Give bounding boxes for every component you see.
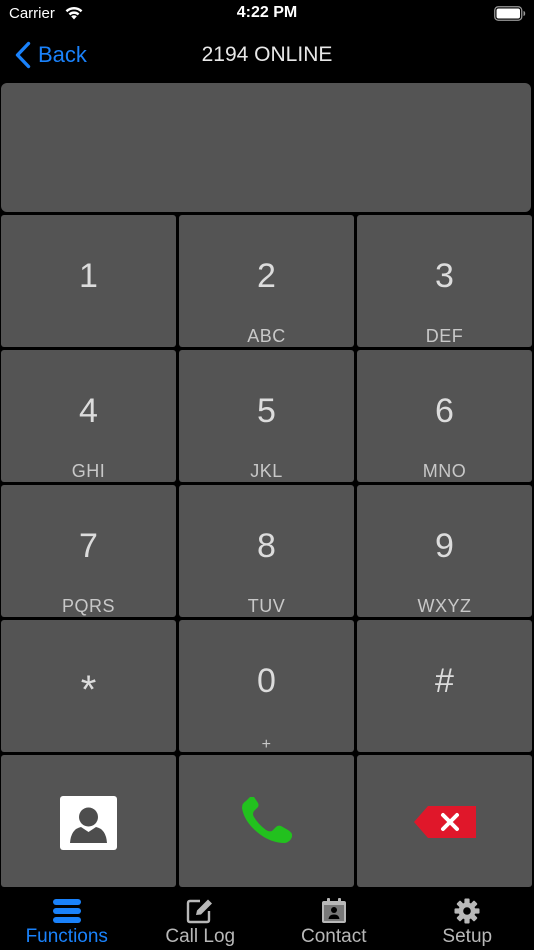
key-letters: TUV [247, 596, 286, 616]
key-letters: + [261, 736, 272, 753]
key-digit: 7 [79, 527, 98, 565]
key-letters: PQRS [61, 596, 115, 616]
key-star[interactable]: * [1, 620, 176, 752]
key-6[interactable]: 6 MNO [357, 350, 532, 482]
tab-contact[interactable]: Contact [267, 890, 401, 950]
edit-note-icon [187, 899, 213, 924]
key-letters: JKL [250, 461, 283, 481]
phone-handset-icon [241, 797, 292, 843]
key-1[interactable]: 1 [1, 215, 176, 347]
call-button[interactable] [179, 755, 354, 887]
key-2[interactable]: 2 ABC [179, 215, 354, 347]
key-9[interactable]: 9 WXYZ [357, 485, 532, 617]
delete-button[interactable] [357, 755, 532, 887]
tab-label: Functions [25, 926, 108, 947]
key-digit: 0 [257, 662, 276, 700]
status-time: 4:22 PM [236, 4, 298, 21]
key-letters: MNO [422, 461, 467, 481]
key-digit: 8 [257, 527, 276, 565]
page-title: 2194 ONLINE [201, 43, 333, 66]
tab-setup[interactable]: Setup [401, 890, 534, 950]
key-0[interactable]: 0 + [179, 620, 354, 753]
status-bar: Carrier 4:22 PM [0, 0, 534, 30]
dialed-number-display[interactable] [1, 83, 531, 212]
tab-bar: Functions Call Log Contact Setup [0, 890, 534, 950]
key-digit: 6 [435, 392, 454, 430]
key-digit: 5 [257, 392, 276, 430]
key-digit: 2 [257, 257, 276, 295]
battery-icon [494, 6, 526, 21]
menu-bars-icon [52, 899, 81, 923]
tab-label: Contact [301, 926, 367, 947]
tab-label: Setup [442, 926, 493, 947]
backspace-delete-icon [413, 806, 476, 838]
dial-keypad: 1 2 ABC 3 DEF 4 GHI 5 JKL 6 MNO 7 PQRS 8… [1, 215, 533, 887]
key-3[interactable]: 3 DEF [357, 215, 532, 347]
key-letters: ABC [247, 326, 286, 346]
key-digit: * [80, 668, 97, 712]
calendar-contact-icon [321, 898, 346, 923]
key-hash[interactable]: # [357, 620, 532, 752]
tab-functions[interactable]: Functions [0, 890, 134, 950]
key-letters: DEF [425, 326, 464, 346]
key-4[interactable]: 4 GHI [1, 350, 176, 482]
contacts-button[interactable] [1, 755, 176, 887]
key-letters: WXYZ [417, 596, 472, 616]
tab-call-log[interactable]: Call Log [134, 890, 268, 950]
key-digit: 4 [79, 392, 98, 430]
key-7[interactable]: 7 PQRS [1, 485, 176, 617]
key-letters: GHI [71, 461, 106, 481]
key-digit: # [435, 662, 454, 700]
tab-label: Call Log [165, 926, 236, 947]
key-8[interactable]: 8 TUV [179, 485, 354, 617]
key-5[interactable]: 5 JKL [179, 350, 354, 482]
key-digit: 9 [435, 527, 454, 565]
key-digit: 1 [79, 257, 98, 295]
navigation-bar: Back 2194 ONLINE [0, 30, 534, 80]
key-digit: 3 [435, 257, 454, 295]
gear-icon [454, 898, 480, 924]
contact-card-icon [60, 796, 117, 850]
